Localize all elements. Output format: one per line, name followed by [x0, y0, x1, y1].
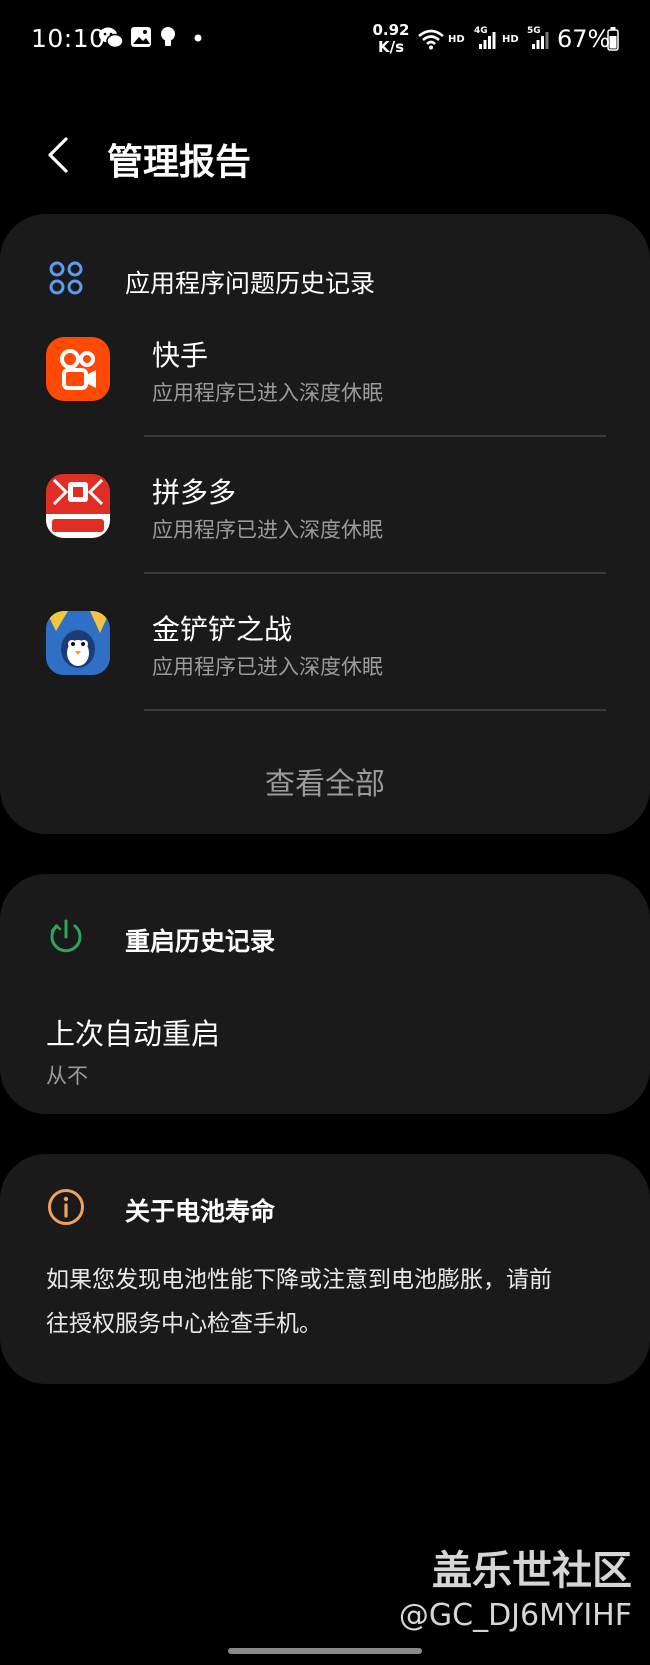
signal-icon [479, 32, 496, 49]
battery-advice-line: 往授权服务中心检查手机。 [46, 1311, 322, 1337]
app-header: 管理报告 [0, 115, 650, 195]
watermark-user: @GC_DJ6MYIHF [398, 1598, 632, 1633]
gallery-icon [131, 27, 151, 47]
card-title: 应用程序问题历史记录 [125, 269, 376, 298]
kuaishou-app-icon [46, 337, 110, 401]
battery-life-card: 关于电池寿命 如果您发现电池性能下降或注意到电池膨胀，请前 往授权服务中心检查手… [0, 1154, 650, 1384]
app-name: 快手 [152, 339, 209, 372]
speed-unit: K/s [377, 38, 405, 56]
jcc-game-app-icon [46, 611, 110, 675]
home-indicator[interactable] [228, 1648, 422, 1654]
page-title: 管理报告 [107, 142, 252, 183]
battery-icon [607, 27, 619, 51]
bulb-icon [161, 27, 175, 46]
hd-badge: HD [502, 34, 519, 45]
view-all-button[interactable]: 查看全部 [0, 759, 650, 803]
app-name: 金铲铲之战 [152, 613, 293, 646]
battery-percent: 67% [557, 25, 611, 53]
network-speed: 0.92 K/s [369, 22, 413, 56]
last-restart-value: 从不 [46, 1064, 88, 1088]
divider [144, 709, 606, 711]
app-status: 应用程序已进入深度休眠 [152, 518, 383, 542]
battery-advice-text: 如果您发现电池性能下降或注意到电池膨胀，请前 往授权服务中心检查手机。 [46, 1258, 606, 1346]
battery-advice-line: 如果您发现电池性能下降或注意到电池膨胀，请前 [46, 1267, 552, 1293]
status-time: 10:10 [31, 24, 106, 53]
app-status: 应用程序已进入深度休眠 [152, 381, 383, 405]
last-restart-label[interactable]: 上次自动重启 [46, 1011, 220, 1053]
card-title: 关于电池寿命 [125, 1197, 276, 1226]
card-title: 重启历史记录 [125, 927, 276, 956]
dot-icon [194, 34, 202, 42]
pinduoduo-app-icon [46, 474, 110, 538]
wechat-icon [99, 27, 124, 49]
status-bar: 10:10 0.92 K/s HD 4G HD 5G 67% [0, 0, 650, 80]
speed-value: 0.92 [372, 21, 410, 39]
list-item[interactable]: 金铲铲之战 应用程序已进入深度休眠 [0, 574, 650, 711]
hd-badge: HD [448, 34, 465, 45]
apps-grid-icon [49, 261, 83, 295]
signal-icon [532, 32, 549, 49]
list-item[interactable]: 快手 应用程序已进入深度休眠 [0, 300, 650, 437]
app-status: 应用程序已进入深度休眠 [152, 655, 383, 679]
restart-history-card: 重启历史记录 上次自动重启 从不 [0, 874, 650, 1114]
app-issues-card: 应用程序问题历史记录 快手 应用程序已进入深度休眠 拼多多 应用程序已进入深度休… [0, 214, 650, 834]
watermark-brand: 盖乐世社区 [432, 1548, 632, 1594]
back-arrow-icon[interactable] [40, 133, 80, 177]
wifi-icon [418, 29, 444, 50]
info-icon [48, 1189, 84, 1225]
app-name: 拼多多 [152, 476, 237, 509]
power-history-icon [50, 919, 82, 953]
list-item[interactable]: 拼多多 应用程序已进入深度休眠 [0, 437, 650, 574]
